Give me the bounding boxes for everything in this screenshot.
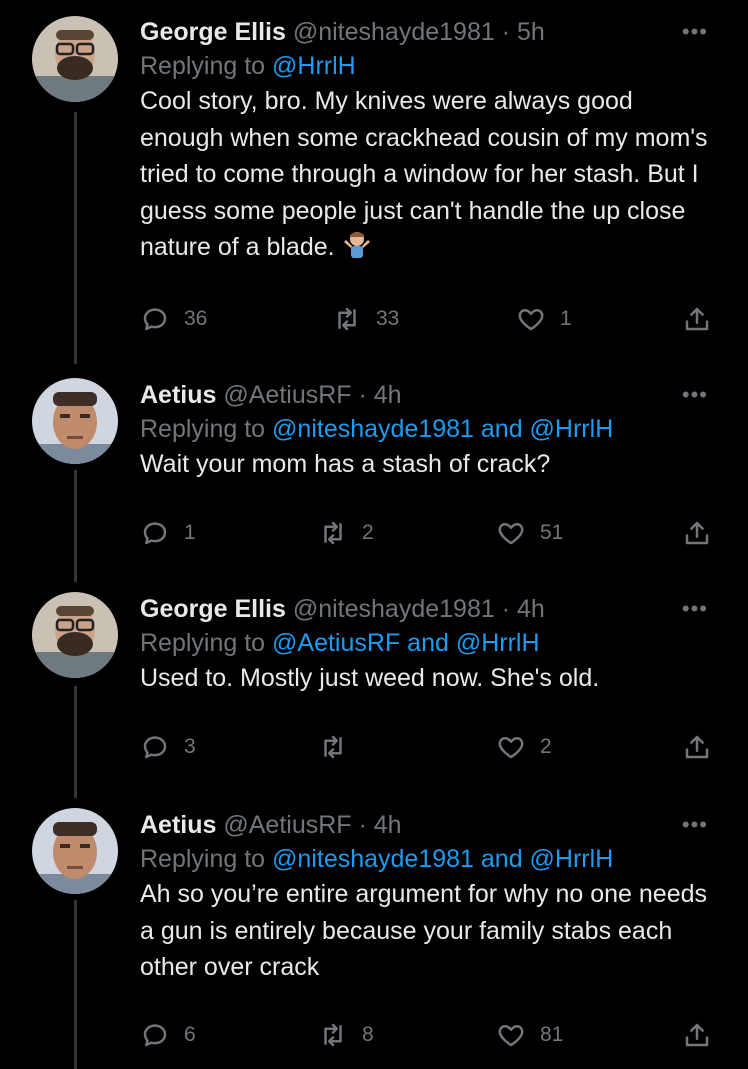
reply-count: 6 bbox=[184, 1023, 196, 1046]
reply-button[interactable]: 6 bbox=[140, 1020, 196, 1050]
avatar[interactable] bbox=[32, 592, 118, 678]
replying-to: Replying to @niteshayde1981 and @HrrlH bbox=[140, 412, 708, 446]
tweet-actions: 36 33 1 bbox=[140, 304, 720, 338]
separator-dot: · bbox=[501, 18, 511, 46]
tweet-body: Cool story, bro. My knives were always g… bbox=[140, 87, 708, 261]
replying-to-label: Replying to bbox=[140, 415, 266, 443]
retweet-icon bbox=[338, 307, 356, 331]
retweet-button[interactable]: 8 bbox=[318, 1020, 374, 1050]
user-handle[interactable]: @niteshayde1981 bbox=[293, 595, 495, 623]
replying-to: Replying to @AetiusRF and @HrrlH bbox=[140, 626, 708, 660]
user-handle[interactable]: @niteshayde1981 bbox=[293, 18, 495, 46]
share-icon bbox=[685, 1023, 709, 1047]
retweet-count: 2 bbox=[362, 521, 374, 544]
separator-dot: · bbox=[501, 595, 511, 623]
replying-to-label: Replying to bbox=[140, 629, 266, 657]
reply-button[interactable]: 36 bbox=[140, 304, 207, 334]
replying-to: Replying to @niteshayde1981 and @HrrlH bbox=[140, 842, 708, 876]
retweet-count: 8 bbox=[362, 1023, 374, 1046]
timestamp[interactable]: 4h bbox=[374, 381, 402, 409]
user-handle[interactable]: @AetiusRF bbox=[223, 381, 351, 409]
retweet-icon bbox=[324, 521, 342, 545]
timestamp[interactable]: 4h bbox=[374, 811, 402, 839]
tweet[interactable]: George Ellis @niteshayde1981 · 4h ••• Re… bbox=[0, 584, 748, 800]
mention-link[interactable]: @niteshayde1981 and @HrrlH bbox=[272, 845, 613, 873]
retweet-button[interactable]: 33 bbox=[332, 304, 399, 334]
tweet-text: Ah so you’re entire argument for why no … bbox=[140, 880, 708, 981]
person-shrugging-emoji bbox=[342, 229, 372, 270]
like-button[interactable]: 51 bbox=[496, 518, 563, 548]
more-icon[interactable]: ••• bbox=[682, 598, 708, 620]
reply-icon bbox=[143, 522, 167, 545]
tweet[interactable]: George Ellis @niteshayde1981 · 5h ••• Re… bbox=[0, 0, 748, 370]
like-count: 51 bbox=[540, 521, 564, 544]
replying-to-label: Replying to bbox=[140, 845, 266, 873]
tweet-header: Aetius @AetiusRF · 4h bbox=[140, 380, 708, 410]
share-button[interactable] bbox=[682, 518, 712, 548]
replying-to-label: Replying to bbox=[140, 52, 266, 80]
like-button[interactable]: 2 bbox=[496, 732, 552, 762]
mention-link[interactable]: @AetiusRF and @HrrlH bbox=[272, 629, 539, 657]
timestamp[interactable]: 4h bbox=[517, 595, 545, 623]
separator-dot: · bbox=[358, 381, 367, 409]
like-button[interactable]: 81 bbox=[496, 1020, 563, 1050]
display-name[interactable]: Aetius bbox=[140, 381, 216, 409]
reply-icon bbox=[143, 736, 167, 759]
more-icon[interactable]: ••• bbox=[682, 21, 708, 43]
mention-link[interactable]: @HrrlH bbox=[272, 52, 356, 80]
share-icon bbox=[685, 521, 709, 545]
tweet-actions: 6 8 81 bbox=[140, 1020, 720, 1054]
tweet-text: Cool story, bro. My knives were always g… bbox=[140, 83, 708, 270]
reply-count: 1 bbox=[184, 521, 196, 544]
share-button[interactable] bbox=[682, 732, 712, 762]
display-name[interactable]: George Ellis bbox=[140, 595, 286, 623]
tweet[interactable]: Aetius @AetiusRF · 4h ••• Replying to @n… bbox=[0, 800, 748, 1069]
reply-icon bbox=[143, 308, 167, 331]
user-handle[interactable]: @AetiusRF bbox=[223, 811, 351, 839]
avatar[interactable] bbox=[32, 808, 118, 894]
retweet-icon bbox=[324, 1023, 342, 1047]
share-icon bbox=[685, 307, 709, 331]
share-button[interactable] bbox=[682, 1020, 712, 1050]
avatar[interactable] bbox=[32, 16, 118, 102]
tweet-actions: 3 2 bbox=[140, 732, 720, 766]
tweet-actions: 1 2 51 bbox=[140, 518, 720, 552]
more-icon[interactable]: ••• bbox=[682, 384, 708, 406]
avatar[interactable] bbox=[32, 378, 118, 464]
reply-icon bbox=[143, 1024, 167, 1047]
replying-to: Replying to @HrrlH bbox=[140, 49, 708, 83]
retweet-count: 33 bbox=[376, 307, 400, 330]
tweet-text: Wait your mom has a stash of crack? bbox=[140, 450, 551, 478]
like-button[interactable]: 1 bbox=[516, 304, 572, 334]
tweet-header: George Ellis @niteshayde1981 · 5h bbox=[140, 17, 708, 47]
like-count: 81 bbox=[540, 1023, 564, 1046]
timestamp[interactable]: 5h bbox=[517, 18, 545, 46]
like-icon bbox=[498, 737, 524, 759]
like-icon bbox=[518, 309, 544, 331]
retweet-icon bbox=[324, 735, 342, 759]
tweet-text: Used to. Mostly just weed now. She's old… bbox=[140, 664, 600, 692]
more-icon[interactable]: ••• bbox=[682, 814, 708, 836]
reply-count: 36 bbox=[184, 307, 208, 330]
like-icon bbox=[498, 523, 524, 545]
reply-button[interactable]: 1 bbox=[140, 518, 196, 548]
tweet-header: Aetius @AetiusRF · 4h bbox=[140, 810, 708, 840]
like-count: 1 bbox=[560, 307, 572, 330]
reply-button[interactable]: 3 bbox=[140, 732, 196, 762]
tweet[interactable]: Aetius @AetiusRF · 4h ••• Replying to @n… bbox=[0, 370, 748, 584]
display-name[interactable]: Aetius bbox=[140, 811, 216, 839]
share-button[interactable] bbox=[682, 304, 712, 334]
retweet-button[interactable] bbox=[318, 732, 362, 762]
mention-link[interactable]: @niteshayde1981 and @HrrlH bbox=[272, 415, 613, 443]
separator-dot: · bbox=[358, 811, 367, 839]
tweet-header: George Ellis @niteshayde1981 · 4h bbox=[140, 594, 708, 624]
retweet-button[interactable]: 2 bbox=[318, 518, 374, 548]
share-icon bbox=[685, 735, 709, 759]
like-icon bbox=[498, 1025, 524, 1047]
reply-count: 3 bbox=[184, 735, 196, 758]
display-name[interactable]: George Ellis bbox=[140, 18, 286, 46]
like-count: 2 bbox=[540, 735, 552, 758]
